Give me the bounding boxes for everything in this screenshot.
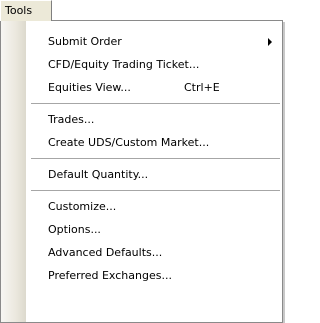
menu-item-equities-view[interactable]: Equities View... Ctrl+E: [1, 76, 282, 99]
menu-separator: [1, 154, 282, 163]
menu-item-label: Default Quantity...: [48, 168, 149, 181]
menu-item-label: Submit Order: [48, 35, 122, 48]
menu-item-shortcut: Ctrl+E: [184, 81, 220, 94]
menu-separator: [1, 99, 282, 108]
menu-item-label: Options...: [48, 223, 101, 236]
menu-item-options[interactable]: Options...: [1, 218, 282, 241]
menu-item-cfd-equity-trading-ticket[interactable]: CFD/Equity Trading Ticket...: [1, 53, 282, 76]
menu-item-label: Trades...: [48, 113, 95, 126]
menu-item-label: Create UDS/Custom Market...: [48, 136, 210, 149]
menu-item-default-quantity[interactable]: Default Quantity...: [1, 163, 282, 186]
menu-item-preferred-exchanges[interactable]: Preferred Exchanges...: [1, 264, 282, 287]
menu-item-submit-order[interactable]: Submit Order: [1, 30, 282, 53]
menu-item-advanced-defaults[interactable]: Advanced Defaults...: [1, 241, 282, 264]
menu-separator: [1, 186, 282, 195]
menu-item-create-uds-custom-market[interactable]: Create UDS/Custom Market...: [1, 131, 282, 154]
submenu-arrow-icon: [268, 38, 272, 46]
menu-item-label: CFD/Equity Trading Ticket...: [48, 58, 200, 71]
menu-item-customize[interactable]: Customize...: [1, 195, 282, 218]
menubar-tab-tools[interactable]: Tools: [0, 0, 52, 21]
tools-dropdown-menu: Submit Order CFD/Equity Trading Ticket..…: [0, 20, 283, 323]
menu-item-label: Equities View...: [48, 81, 131, 94]
menubar-tab-label: Tools: [5, 4, 33, 17]
menu-item-label: Customize...: [48, 200, 117, 213]
menu-item-trades[interactable]: Trades...: [1, 108, 282, 131]
menu-item-label: Preferred Exchanges...: [48, 269, 172, 282]
menu-item-label: Advanced Defaults...: [48, 246, 163, 259]
